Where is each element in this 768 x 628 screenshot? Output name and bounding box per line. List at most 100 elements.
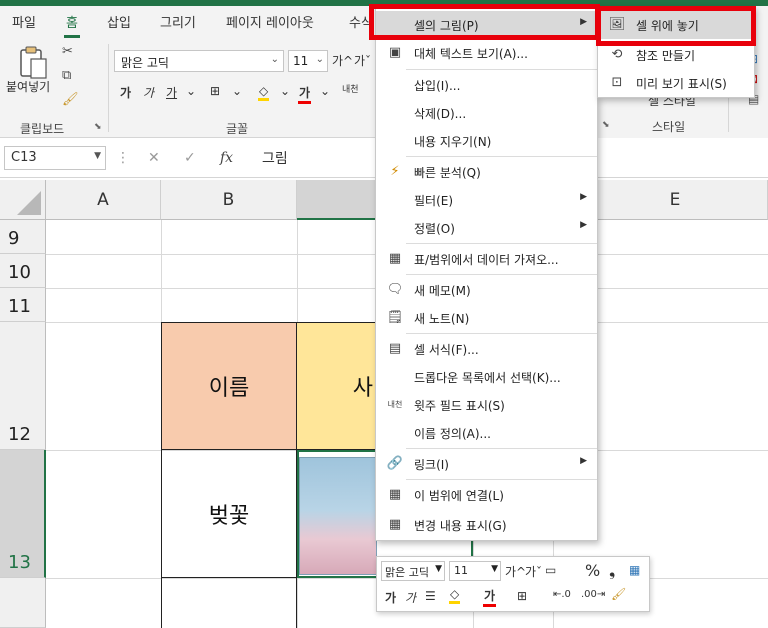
border-icon[interactable]: ⊞ (517, 589, 527, 603)
more-icon: ⋮ (116, 150, 130, 166)
enter-icon[interactable]: ✓ (184, 150, 196, 166)
row-header-14[interactable] (0, 578, 46, 628)
menu-item-insert[interactable]: 삽입(I)... (376, 71, 597, 99)
decrease-font-button[interactable]: 가ˇ (525, 563, 542, 580)
border-dropdown-icon[interactable]: ⌄ (232, 84, 242, 98)
cell-b13[interactable]: 벚꽃 (161, 450, 297, 578)
select-all-button[interactable] (0, 180, 46, 220)
group-font: 글꼴 (226, 122, 249, 136)
bold-button[interactable]: 가 (120, 84, 131, 101)
highlight-box (596, 6, 756, 46)
font-name-select[interactable]: 맑은 고딕 ⌄ (114, 50, 284, 72)
underline-dropdown-icon[interactable]: ⌄ (186, 84, 196, 98)
menu-item-link[interactable]: 🔗 링크(I) ▶ (376, 450, 597, 478)
row-header-13[interactable]: 13 (0, 450, 46, 578)
underline-button[interactable]: 가 (166, 84, 177, 101)
menu-item-new-comment[interactable]: 🗨 새 메모(M) (376, 276, 597, 304)
copy-icon[interactable]: ⧉ (62, 68, 71, 83)
paste-icon[interactable] (18, 46, 48, 80)
menu-separator (406, 479, 597, 480)
cell-c12[interactable]: 사 (297, 322, 377, 450)
row-header-12[interactable]: 12 (0, 322, 46, 450)
clipboard-launcher-icon[interactable]: ⬊ (94, 122, 102, 132)
chevron-right-icon: ▶ (580, 456, 587, 466)
menu-separator (406, 274, 597, 275)
menu-item-get-data[interactable]: ▦ 표/범위에서 데이터 가져오... (376, 245, 597, 273)
percent-button[interactable]: % (585, 561, 600, 580)
highlight-box (369, 4, 600, 40)
menu-item-alt-text[interactable]: ▣ 대체 텍스트 보기(A)... (376, 39, 597, 67)
chevron-right-icon: ▶ (580, 220, 587, 230)
tab-page-layout[interactable]: 페이지 레이아웃 (226, 12, 314, 31)
column-header-a[interactable]: A (46, 180, 161, 220)
menu-item-link-to-range[interactable]: ▦ 이 범위에 연결(L) (376, 481, 597, 509)
new-note-icon: 🗒 (386, 310, 404, 325)
menu-separator (406, 448, 597, 449)
italic-button[interactable]: 가 (405, 589, 416, 606)
increase-font-button[interactable]: 가^ (505, 563, 526, 580)
fill-color-icon[interactable]: ◇ (449, 587, 461, 604)
border-icon[interactable]: ⊞ (210, 84, 220, 98)
phonetic-guide-icon[interactable]: 내천 (342, 82, 359, 95)
menu-item-clear-contents[interactable]: 내용 지우기(N) (376, 127, 597, 155)
menu-item-format-cells[interactable]: ▤ 셀 서식(F)... (376, 335, 597, 363)
bold-button[interactable]: 가 (385, 589, 396, 606)
tab-insert[interactable]: 삽입 (107, 12, 131, 31)
fill-color-icon[interactable]: ◇ (258, 84, 270, 101)
menu-item-quick-analysis[interactable]: ⚡ 빠른 분석(Q) (376, 158, 597, 186)
row-header-10[interactable]: 10 (0, 254, 46, 288)
decrease-font-button[interactable]: 가ˇ (354, 52, 371, 69)
font-size-select[interactable]: 11 ⌄ (288, 50, 328, 72)
group-clipboard: 클립보드 (20, 122, 65, 136)
tab-draw[interactable]: 그리기 (160, 12, 196, 31)
format-painter-icon[interactable]: 🖌 (611, 587, 626, 601)
mini-font-select[interactable]: 맑은 고딕 ▼ (381, 561, 445, 581)
new-comment-icon: 🗨 (386, 282, 404, 297)
paste-button[interactable]: 붙여넣기 (6, 78, 50, 95)
increase-decimal-icon[interactable]: ⇤.0 (553, 589, 571, 600)
comma-button[interactable]: ❟ (609, 561, 615, 581)
menu-item-show-changes[interactable]: ▦ 변경 내용 표시(G) (376, 511, 597, 539)
format-cells-icon: ▤ (388, 341, 402, 356)
mini-size-select[interactable]: 11 ▼ (449, 561, 501, 581)
tab-home[interactable]: 홈 (64, 12, 80, 38)
align-icon[interactable]: ☰ (425, 589, 436, 603)
font-launcher-icon[interactable]: ⬊ (602, 120, 610, 130)
menu-item-phonetic[interactable]: 내천 윗주 필드 표시(S) (376, 391, 597, 419)
name-box[interactable]: C13 ▼ (4, 146, 106, 170)
increase-font-button[interactable]: 가^ (332, 52, 353, 69)
chevron-down-icon: ▼ (491, 564, 498, 574)
show-changes-icon: ▦ (388, 517, 402, 532)
menu-item-delete[interactable]: 삭제(D)... (376, 99, 597, 127)
menu-item-sort[interactable]: 정렬(O) ▶ (376, 214, 597, 242)
table-icon: ▦ (388, 251, 402, 266)
accounting-format-icon[interactable]: ▭ (545, 563, 556, 577)
cut-icon[interactable]: ✂ (62, 44, 73, 59)
font-color-button[interactable]: 가 (298, 84, 312, 104)
cell-b14[interactable] (161, 578, 297, 628)
chevron-down-icon: ⌄ (270, 54, 279, 65)
tab-file[interactable]: 파일 (12, 12, 36, 31)
format-painter-icon[interactable]: 🖌 (62, 92, 79, 107)
submenu-item-show-preview[interactable]: ⊡ 미리 보기 표시(S) (598, 69, 754, 97)
row-header-11[interactable]: 11 (0, 288, 46, 322)
font-color-button[interactable]: 가 (483, 587, 497, 607)
menu-item-new-note[interactable]: 🗒 새 노트(N) (376, 304, 597, 332)
menu-item-filter[interactable]: 필터(E) ▶ (376, 186, 597, 214)
italic-button[interactable]: 가 (143, 84, 154, 101)
cell-b12[interactable]: 이름 (161, 322, 297, 450)
insert-function-button[interactable]: fx (220, 150, 233, 166)
link-icon: 🔗 (386, 456, 404, 471)
menu-item-define-name[interactable]: 이름 정의(A)... (376, 419, 597, 447)
chevron-down-icon: ▼ (435, 564, 442, 574)
fill-dropdown-icon[interactable]: ⌄ (280, 84, 290, 98)
formula-input[interactable]: 그림 (262, 148, 288, 168)
cancel-icon[interactable]: ✕ (148, 150, 160, 166)
column-header-b[interactable]: B (161, 180, 297, 220)
link-range-icon: ▦ (388, 487, 402, 502)
font-color-dropdown-icon[interactable]: ⌄ (320, 84, 330, 98)
row-header-9[interactable]: 9 (0, 220, 46, 254)
decrease-decimal-icon[interactable]: .00⇥ (581, 589, 605, 600)
cell-style-icon[interactable]: ▦ (629, 563, 640, 577)
menu-item-pick-from-list[interactable]: 드롭다운 목록에서 선택(K)... (376, 363, 597, 391)
